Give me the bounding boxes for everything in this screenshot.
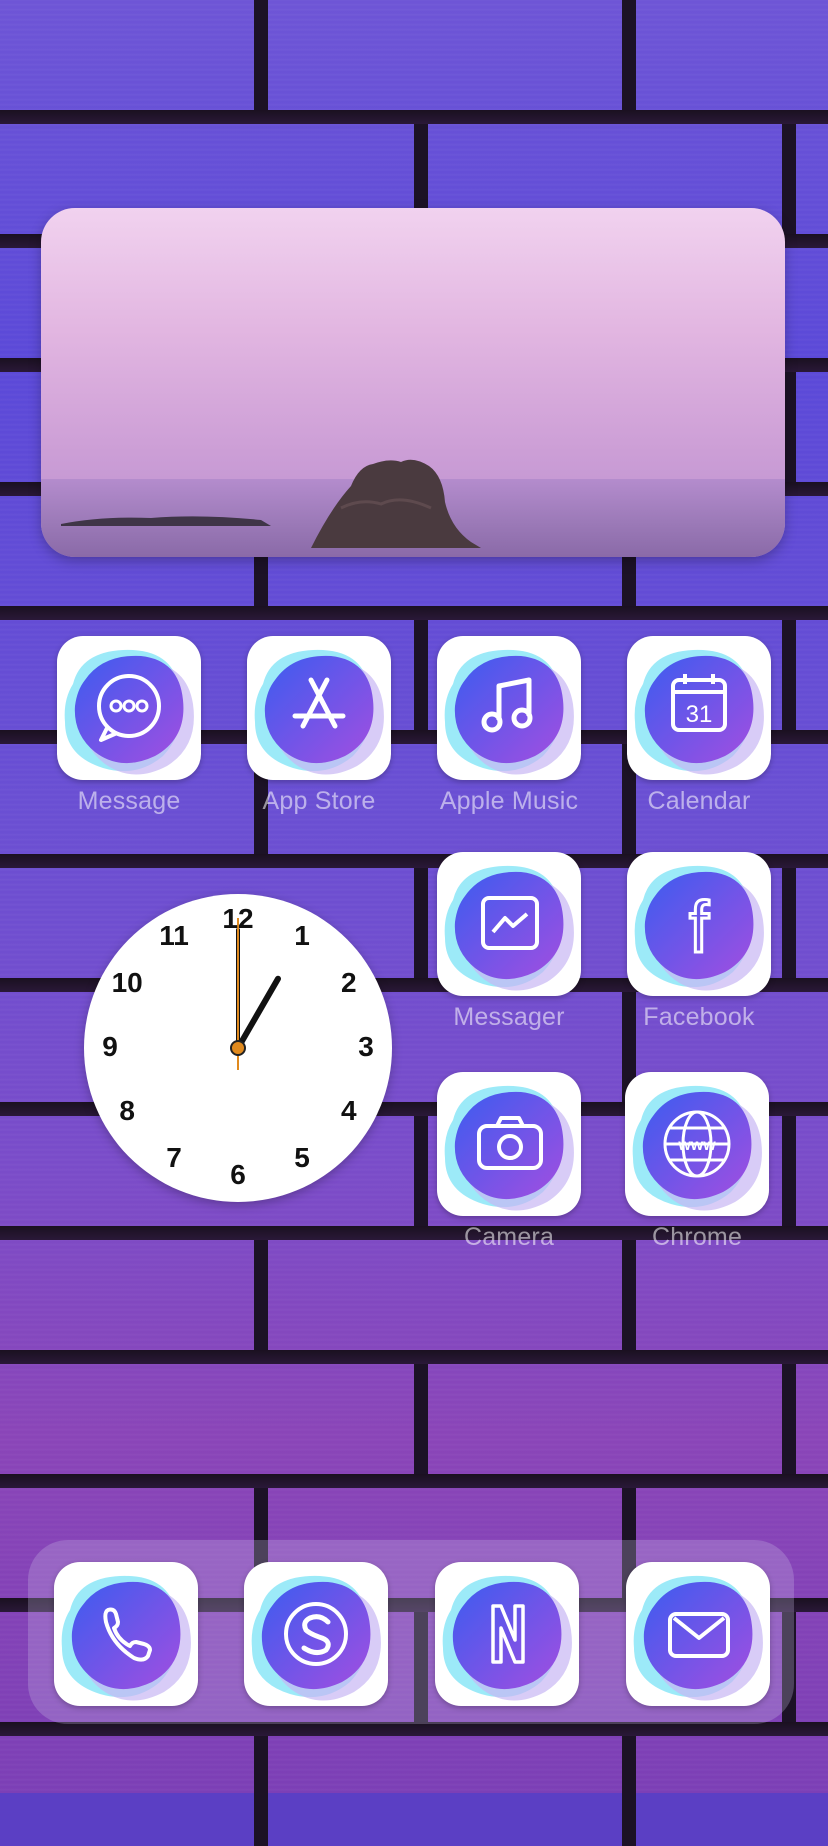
app-apple-music[interactable]: Apple Music <box>437 636 581 816</box>
dock-netflix[interactable] <box>435 1562 579 1706</box>
globe-icon: www <box>663 1110 731 1178</box>
app-label: Messager <box>453 1003 565 1031</box>
app-camera[interactable]: Camera <box>437 1072 581 1252</box>
clock-center-pin <box>230 1040 246 1056</box>
app-messager[interactable]: Messager <box>437 852 581 1032</box>
app-icon-tile[interactable] <box>437 852 581 996</box>
icon-glyph-text: f <box>689 888 710 968</box>
calendar-date: 31 <box>686 701 713 728</box>
clock-number: 12 <box>222 903 254 934</box>
app-label: App Store <box>262 787 376 815</box>
clock-number: 6 <box>230 1159 246 1190</box>
clock-number: 10 <box>111 967 143 998</box>
messenger-icon <box>481 896 539 950</box>
camera-icon <box>477 1116 543 1170</box>
clock-number: 9 <box>102 1031 118 1062</box>
message-bubble-icon <box>97 674 161 742</box>
app-icon-tile[interactable]: f <box>627 852 771 996</box>
app-label: Camera <box>463 1223 555 1251</box>
photo-widget[interactable] <box>41 208 785 557</box>
app-icon-tile[interactable] <box>435 1562 579 1706</box>
clock-number: 7 <box>166 1141 182 1173</box>
app-icon-tile[interactable] <box>437 1072 581 1216</box>
photo-rocks <box>61 459 481 548</box>
app-icon-tile[interactable] <box>57 636 201 780</box>
app-chrome[interactable]: www Chrome <box>625 1072 769 1252</box>
clock-number: 11 <box>159 920 189 952</box>
app-message[interactable]: Message <box>57 636 201 816</box>
clock-hour-hand <box>235 975 281 1051</box>
clock-number: 3 <box>358 1031 374 1062</box>
app-icon-tile[interactable]: 31 <box>627 636 771 780</box>
app-calendar[interactable]: 31 Calendar <box>627 636 771 816</box>
calendar-icon: 31 <box>671 674 727 732</box>
gmail-icon <box>668 1612 730 1658</box>
app-label: Facebook <box>643 1003 755 1031</box>
app-store-icon <box>292 677 346 729</box>
app-icon-tile[interactable] <box>437 636 581 780</box>
phone-icon <box>103 1607 152 1662</box>
clock-number: 5 <box>294 1141 310 1173</box>
dock-skype[interactable] <box>244 1562 388 1706</box>
app-app-store[interactable]: App Store <box>247 636 391 816</box>
clock-widget[interactable]: 12 1 2 3 4 5 6 7 8 9 10 11 <box>84 894 392 1202</box>
dock-gmail[interactable] <box>626 1562 770 1706</box>
icon-glyph-text: www <box>677 1137 716 1154</box>
clock-number: 2 <box>341 967 357 998</box>
clock-number: 8 <box>119 1095 135 1126</box>
app-label: Calendar <box>647 787 751 815</box>
app-icon-tile[interactable] <box>247 636 391 780</box>
app-facebook[interactable]: f Facebook <box>627 852 771 1032</box>
app-label: Chrome <box>651 1223 743 1251</box>
app-label: Message <box>77 787 181 815</box>
app-icon-tile[interactable]: www <box>625 1072 769 1216</box>
app-label: Apple Music <box>439 787 579 815</box>
music-note-icon <box>481 677 533 733</box>
dock-phone[interactable] <box>54 1562 198 1706</box>
app-icon-tile[interactable] <box>244 1562 388 1706</box>
clock-number: 1 <box>294 920 310 952</box>
skype-icon <box>284 1602 348 1666</box>
app-icon-tile[interactable] <box>54 1562 198 1706</box>
clock-number: 4 <box>341 1095 357 1126</box>
facebook-icon: f <box>687 887 711 970</box>
app-icon-tile[interactable] <box>626 1562 770 1706</box>
netflix-icon <box>491 1604 525 1664</box>
